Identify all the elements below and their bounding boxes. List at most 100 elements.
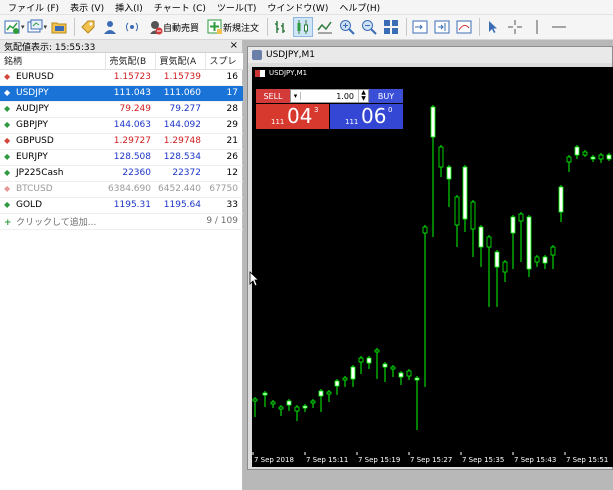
signals-button[interactable] (122, 17, 142, 37)
candle-body (438, 146, 444, 168)
toolbar-separator (267, 18, 269, 36)
add-symbol-row[interactable]: + クリックして追加... 9 / 109 (0, 213, 243, 230)
candle-body (462, 166, 468, 220)
chart-canvas[interactable]: 7 Sep 2018 7 Sep 15:11 7 Sep 15:19 7 Sep 15… (252, 67, 613, 467)
market-watch-titlebar: 気配値表示: 15:55:33 × (0, 40, 242, 53)
tile-windows-button[interactable] (381, 17, 401, 37)
chart-shift-button[interactable] (410, 17, 430, 37)
menu-item[interactable]: ヘルプ(H) (335, 1, 387, 14)
table-row[interactable]: ◆ AUDJPY 79.249 79.277 28 (0, 101, 243, 118)
new-order-button[interactable]: 新規注文 (204, 17, 262, 37)
candlestick-button[interactable] (293, 17, 314, 37)
profiles-button[interactable]: ▾ (27, 17, 48, 37)
arrow-cursor-icon (485, 19, 501, 35)
bid-cell: 79.249 (105, 101, 155, 118)
table-row[interactable]: ◆ EURUSD 1.15723 1.15739 16 (0, 69, 243, 86)
volume-stepper[interactable]: ▲ ▼ (358, 90, 368, 102)
symbol-cell: ◆ AUDJPY (0, 101, 105, 118)
column-header-ask[interactable]: 買気配(A (155, 53, 206, 70)
menu-item[interactable]: 挿入(I) (111, 1, 150, 14)
volume-value[interactable]: 1.00 (301, 92, 358, 101)
menu-item[interactable]: チャート (C) (150, 1, 213, 14)
candle-body (326, 391, 332, 395)
cursor-button[interactable] (483, 17, 503, 37)
column-header-bid[interactable]: 売気配(B (105, 53, 156, 70)
menu-item[interactable]: ウインドウ(W) (263, 1, 335, 14)
candle-body (414, 377, 420, 381)
data-window-button[interactable] (78, 17, 98, 37)
signal-icon (124, 19, 140, 35)
buy-label-button[interactable]: BUY (369, 89, 403, 103)
arrow-up-icon: ◆ (4, 168, 11, 177)
candle-body (526, 216, 532, 270)
bar-chart-button[interactable] (271, 17, 291, 37)
one-click-trading-panel: SELL ▾ 1.00 ▲ ▼ BUY 111 04 3 111 06 0 (256, 89, 403, 133)
chart-window-titlebar[interactable]: USDJPY,M1 (248, 47, 612, 63)
symbol-cell: ◆ USDJPY (0, 85, 105, 102)
new-chart-button[interactable]: ▾ (4, 17, 25, 37)
column-header-symbol[interactable]: 銘柄 (0, 53, 106, 70)
time-axis-label: 7 Sep 15:27 (410, 456, 452, 464)
sell-price-prefix: 111 (271, 118, 285, 126)
table-row[interactable]: ◆ GBPJPY 144.063 144.092 29 (0, 117, 243, 134)
table-row[interactable]: ◆ EURJPY 128.508 128.534 26 (0, 149, 243, 166)
candle-body (542, 256, 548, 264)
buy-price-button[interactable]: 111 06 0 (330, 104, 403, 129)
time-axis-label: 7 Sep 15:43 (514, 456, 556, 464)
symbol-count: 9 / 109 (205, 213, 243, 230)
arrow-up-icon: ◆ (4, 120, 11, 129)
spread-cell: 12 (205, 165, 243, 182)
add-symbol-cell[interactable]: + クリックして追加... (0, 213, 205, 230)
candle-body (502, 261, 508, 273)
crosshair-button[interactable] (505, 17, 525, 37)
chart-window[interactable]: USDJPY,M1 7 Sep 2018 7 Sep 15:11 7 Sep 15:… (247, 46, 613, 470)
candle-body (582, 151, 588, 156)
table-row[interactable]: ◆ JP225Cash 22360 22372 12 (0, 165, 243, 182)
table-row[interactable]: ◆ BTCUSD 6384.690 6452.440 67750 (0, 181, 243, 198)
chevron-down-icon[interactable]: ▾ (44, 23, 48, 31)
time-axis-label: 7 Sep 15:19 (358, 456, 400, 464)
vertical-line-icon (529, 19, 545, 35)
chart-symbol-text: USDJPY,M1 (269, 69, 308, 77)
symbol-name: EURUSD (16, 72, 54, 82)
close-icon[interactable]: × (230, 41, 238, 51)
candle-body (358, 357, 364, 363)
chart-symbol-label: USDJPY,M1 (255, 69, 307, 77)
volume-field[interactable]: ▾ 1.00 ▲ ▼ (290, 89, 369, 103)
autoscroll-button[interactable] (432, 17, 452, 37)
sell-label-button[interactable]: SELL (256, 89, 290, 103)
market-watch-title: 気配値表示: 15:55:33 (4, 42, 96, 53)
auto-trading-button[interactable]: 自動売買 (144, 17, 202, 37)
navigator-button[interactable] (100, 17, 120, 37)
sell-price-button[interactable]: 111 04 3 (256, 104, 329, 129)
horizontal-line-button[interactable] (549, 17, 569, 37)
candle-body (518, 213, 524, 222)
folder-button[interactable] (49, 17, 69, 37)
indicators-button[interactable] (454, 17, 474, 37)
zoom-in-button[interactable] (337, 17, 357, 37)
candle-body (286, 400, 292, 406)
bid-cell: 1195.31 (105, 197, 155, 214)
candle-body (334, 380, 340, 387)
spread-cell: 67750 (205, 181, 243, 198)
column-header-spread[interactable]: スプレ (205, 53, 244, 70)
line-chart-icon (317, 19, 333, 35)
bid-cell: 128.508 (105, 149, 155, 166)
chevron-down-icon[interactable]: ▾ (21, 23, 25, 31)
candle-body (574, 146, 580, 156)
zoom-out-button[interactable] (359, 17, 379, 37)
menu-item[interactable]: ツール(T) (213, 1, 264, 14)
candle-body (398, 372, 404, 378)
table-row[interactable]: ◆ GOLD 1195.31 1195.64 33 (0, 197, 243, 214)
menu-item[interactable]: 表示 (V) (66, 1, 111, 14)
vertical-line-button[interactable] (527, 17, 547, 37)
line-chart-button[interactable] (315, 17, 335, 37)
chevron-down-icon[interactable]: ▾ (291, 92, 301, 100)
ask-cell: 1195.64 (155, 197, 205, 214)
menu-item[interactable]: ファイル (F) (4, 1, 66, 14)
ask-cell: 128.534 (155, 149, 205, 166)
arrow-up-icon: ◆ (4, 152, 11, 161)
candle-body (550, 246, 556, 256)
table-row[interactable]: ◆ USDJPY 111.043 111.060 17 (0, 85, 243, 102)
table-row[interactable]: ◆ GBPUSD 1.29727 1.29748 21 (0, 133, 243, 150)
